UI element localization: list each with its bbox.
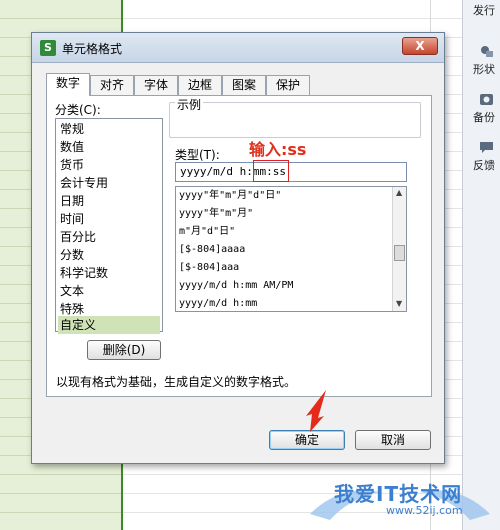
format-list[interactable]: yyyy"年"m"月"d"日" yyyy"年"m"月" m"月"d"日" [$-… <box>175 186 407 312</box>
sidebar-item-send[interactable]: 发行 <box>473 2 500 18</box>
sidebar-item-label: 备份 <box>473 111 495 124</box>
sidebar-item-label: 发行 <box>473 4 495 17</box>
tab-number[interactable]: 数字 <box>46 73 90 96</box>
tab-border[interactable]: 边框 <box>178 75 222 95</box>
delete-button[interactable]: 删除(D) <box>87 340 161 360</box>
shape-icon <box>481 46 493 57</box>
example-preview <box>169 102 421 138</box>
category-list[interactable]: 常规 数值 货币 会计专用 日期 时间 百分比 分数 科学记数 文本 特殊 自定… <box>55 118 163 334</box>
dialog-title: 单元格格式 <box>62 42 123 56</box>
app-logo-icon: S <box>40 40 56 56</box>
annotation-arrow-icon <box>306 390 326 432</box>
category-item[interactable]: 时间 <box>58 210 160 228</box>
scrollbar-thumb[interactable] <box>394 245 405 261</box>
sidebar-item-shape[interactable]: 形状 <box>473 44 500 77</box>
watermark-text: 我爱IT技术网 <box>334 482 463 506</box>
tab-alignment[interactable]: 对齐 <box>90 75 134 95</box>
number-tab-panel: 分类(C): 常规 数值 货币 会计专用 日期 时间 百分比 分数 科学记数 文… <box>46 95 432 397</box>
format-item[interactable]: yyyy"年"m"月" <box>179 207 253 221</box>
format-item[interactable]: yyyy/m/d h:mm <box>179 297 257 311</box>
description-text: 以现有格式为基础，生成自定义的数字格式。 <box>56 375 297 389</box>
sidebar-item-label: 形状 <box>473 63 495 76</box>
dialog-titlebar[interactable]: S 单元格格式 X <box>32 33 444 63</box>
category-item[interactable]: 文本 <box>58 282 160 300</box>
scroll-up-icon[interactable]: ▲ <box>396 188 402 197</box>
annotation-highlight <box>253 160 289 182</box>
task-pane: 发行 形状 备份 反馈 <box>462 0 500 530</box>
category-item[interactable]: 分数 <box>58 246 160 264</box>
category-item[interactable]: 货币 <box>58 156 160 174</box>
category-label: 分类(C): <box>55 103 101 117</box>
type-label: 类型(T): <box>175 148 220 162</box>
format-item[interactable]: yyyy"年"m"月"d"日" <box>179 189 281 203</box>
feedback-icon <box>480 142 493 153</box>
category-item[interactable]: 科学记数 <box>58 264 160 282</box>
format-item[interactable]: m"月"d"日" <box>179 225 235 239</box>
category-item[interactable]: 日期 <box>58 192 160 210</box>
category-item[interactable]: 会计专用 <box>58 174 160 192</box>
sidebar-item-label: 反馈 <box>473 159 495 172</box>
backup-icon <box>480 94 493 105</box>
category-item[interactable]: 常规 <box>58 120 160 138</box>
format-list-scrollbar[interactable]: ▲ ▼ <box>392 187 406 311</box>
scroll-down-icon[interactable]: ▼ <box>396 299 402 308</box>
watermark-url: www.52ij.com <box>386 504 463 517</box>
category-item[interactable]: 百分比 <box>58 228 160 246</box>
annotation-text: 输入:ss <box>249 140 307 159</box>
tab-protection[interactable]: 保护 <box>266 75 310 95</box>
cancel-button[interactable]: 取消 <box>355 430 431 450</box>
category-item[interactable]: 数值 <box>58 138 160 156</box>
close-button[interactable]: X <box>402 37 438 55</box>
type-input[interactable]: yyyy/m/d h:mm:ss <box>175 162 407 182</box>
tab-font[interactable]: 字体 <box>134 75 178 95</box>
sidebar-item-feedback[interactable]: 反馈 <box>473 140 500 173</box>
watermark: 我爱IT技术网 www.52ij.com <box>300 474 500 530</box>
format-cells-dialog: S 单元格格式 X 数字 对齐 字体 边框 图案 保护 分类(C): 常规 数值… <box>31 32 445 464</box>
tab-pattern[interactable]: 图案 <box>222 75 266 95</box>
category-item-custom[interactable]: 自定义 <box>58 316 160 334</box>
format-item[interactable]: yyyy/m/d h:mm AM/PM <box>179 279 293 293</box>
format-item[interactable]: [$-804]aaaa <box>179 243 245 257</box>
sidebar-item-backup[interactable]: 备份 <box>473 92 500 125</box>
example-label: 示例 <box>175 96 204 113</box>
format-item[interactable]: [$-804]aaa <box>179 261 239 275</box>
